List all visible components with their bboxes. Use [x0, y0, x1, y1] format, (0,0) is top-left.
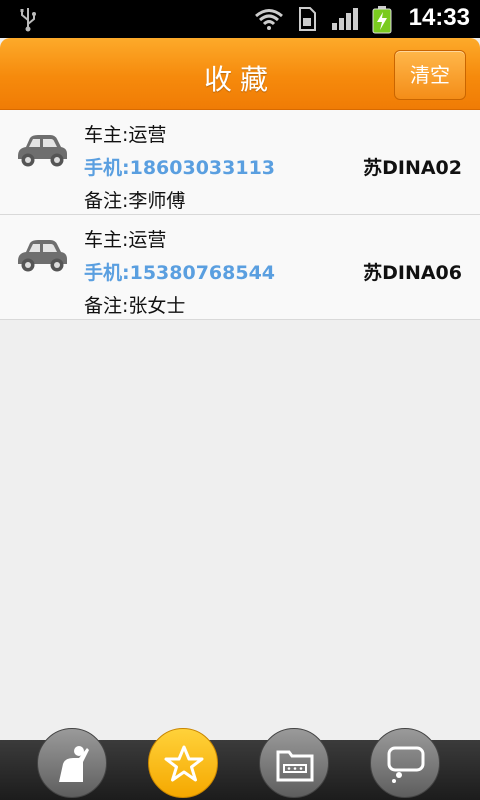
- nav-favorites-button[interactable]: [148, 728, 218, 798]
- battery-charging-icon: [372, 6, 392, 34]
- phone-link[interactable]: 手机:15380768544: [84, 258, 275, 285]
- status-time: 14:33: [408, 4, 470, 31]
- plate-number: 苏DINA06: [363, 262, 462, 284]
- chat-icon: [387, 746, 425, 783]
- favorites-list: 车主:运营 手机:18603033113 备注:李师傅 苏DINA02 车主:运…: [0, 110, 480, 320]
- owner-text: 车主:运营: [84, 124, 167, 146]
- nav-message-button[interactable]: [370, 728, 440, 798]
- star-icon: [164, 745, 204, 782]
- note-text: 备注:李师傅: [84, 190, 186, 212]
- usb-icon: [20, 8, 36, 32]
- status-bar: 14:33: [0, 0, 480, 38]
- owner-text: 车主:运营: [84, 229, 167, 251]
- nav-person-button[interactable]: [37, 728, 107, 798]
- wifi-icon: [255, 9, 283, 30]
- folder-icon: [276, 750, 314, 782]
- list-item[interactable]: 车主:运营 手机:15380768544 备注:张女士 苏DINA06: [0, 215, 480, 320]
- phone-link[interactable]: 手机:18603033113: [84, 153, 275, 180]
- clear-button[interactable]: 清空: [394, 50, 466, 100]
- signal-icon: [332, 8, 358, 30]
- plate-number: 苏DINA02: [363, 157, 462, 179]
- header-bar: 收藏 清空: [0, 38, 480, 110]
- car-icon: [18, 240, 67, 272]
- nav-folder-button[interactable]: [259, 728, 329, 798]
- bottom-nav: [0, 728, 480, 800]
- car-icon: [18, 135, 67, 167]
- person-icon: [59, 746, 89, 782]
- note-text: 备注:张女士: [84, 295, 186, 317]
- list-item[interactable]: 车主:运营 手机:18603033113 备注:李师傅 苏DINA02: [0, 110, 480, 215]
- sim-icon: [299, 7, 316, 31]
